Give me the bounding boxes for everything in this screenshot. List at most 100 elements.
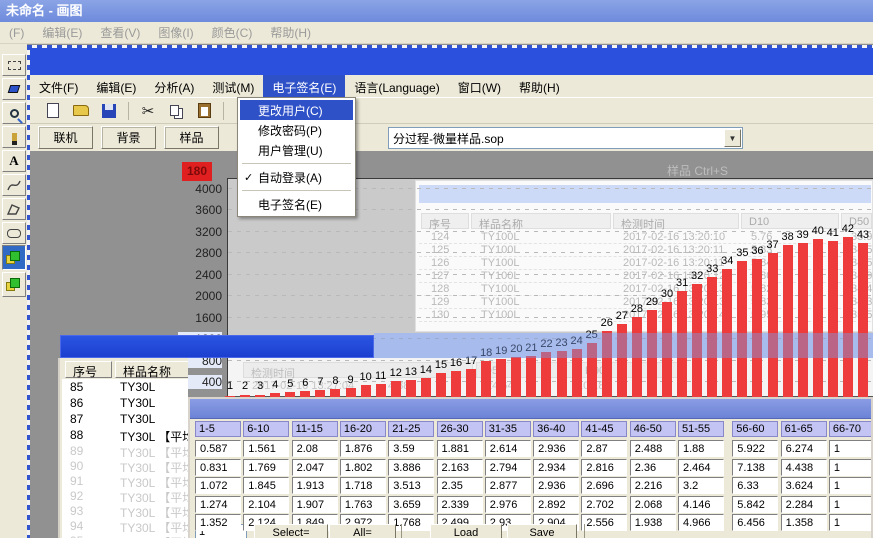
menu-item[interactable]: 自动登录(A)✓ xyxy=(240,167,353,187)
grid-cell[interactable]: 3.59 xyxy=(388,440,434,457)
app-menu-item[interactable]: 分析(A) xyxy=(145,75,203,97)
grid-cell[interactable]: 2.216 xyxy=(630,477,676,494)
grid-cell[interactable]: 4.146 xyxy=(678,496,724,513)
cut-button[interactable]: ✂ xyxy=(137,101,159,121)
grid-cell[interactable]: 4.438 xyxy=(781,459,827,476)
grid-cell[interactable]: 1.718 xyxy=(340,477,386,494)
paint-menu-item[interactable]: 查看(V) xyxy=(91,21,149,44)
grid-cell[interactable]: 1 xyxy=(829,440,873,457)
app-button-2[interactable]: 背景 xyxy=(101,126,156,149)
grid-cell[interactable]: 2.934 xyxy=(533,459,579,476)
grid-cell[interactable]: 6.456 xyxy=(732,514,778,531)
grid-cell[interactable]: 0.587 xyxy=(195,440,241,457)
app-menu-item[interactable]: 帮助(H) xyxy=(510,75,569,97)
app-menu-item[interactable]: 窗口(W) xyxy=(449,75,510,97)
grid-cell[interactable]: 2.36 xyxy=(630,459,676,476)
grid-cell[interactable]: 0.831 xyxy=(195,459,241,476)
grid-cell[interactable]: 1.881 xyxy=(437,440,483,457)
grid-cell[interactable]: 2.696 xyxy=(581,477,627,494)
grid-cell[interactable]: 6.274 xyxy=(781,440,827,457)
grid-cell[interactable]: 2.464 xyxy=(678,459,724,476)
grid-cell[interactable]: 5.842 xyxy=(732,496,778,513)
grid-cell[interactable]: 3.886 xyxy=(388,459,434,476)
selection-border-top[interactable] xyxy=(27,45,873,48)
paint-tool-polygon[interactable] xyxy=(2,198,26,220)
grid-cell[interactable]: 1.938 xyxy=(630,514,676,531)
grid-cell[interactable]: 1.876 xyxy=(340,440,386,457)
paint-tool-magnifier[interactable] xyxy=(2,102,26,124)
paint-menu-item[interactable]: 帮助(H) xyxy=(261,21,320,44)
paint-tool-curve[interactable] xyxy=(2,174,26,196)
grid-cell[interactable]: 5.922 xyxy=(732,440,778,457)
grid-cell[interactable]: 1.274 xyxy=(195,496,241,513)
grid-cell[interactable]: 2.816 xyxy=(581,459,627,476)
grid-cell[interactable]: 1.88 xyxy=(678,440,724,457)
grid-cell[interactable]: 2.936 xyxy=(533,440,579,457)
grid-cell[interactable]: 1 xyxy=(829,496,873,513)
grid-cell[interactable]: 2.976 xyxy=(485,496,531,513)
green-cube-selected-button[interactable] xyxy=(2,245,26,270)
menu-item[interactable]: 修改密码(P) xyxy=(240,120,353,140)
grid-cell[interactable]: 1.561 xyxy=(243,440,289,457)
paint-tool-brush[interactable] xyxy=(2,126,26,148)
grid-cell[interactable]: 2.488 xyxy=(630,440,676,457)
grid-cell[interactable]: 2.047 xyxy=(292,459,338,476)
grid-cell[interactable]: 2.936 xyxy=(533,477,579,494)
grid-cell[interactable]: 2.068 xyxy=(630,496,676,513)
paint-tool-fill[interactable] xyxy=(2,78,26,100)
combobox-dropdown-arrow[interactable]: ▼ xyxy=(724,129,741,147)
grid-cell[interactable]: 7.138 xyxy=(732,459,778,476)
grid-cell[interactable]: 2.284 xyxy=(781,496,827,513)
paint-tool-rect-select[interactable] xyxy=(2,54,26,76)
sample-table-row[interactable]: 87TY30L xyxy=(62,411,188,427)
all-button[interactable]: All= xyxy=(329,524,396,538)
select-button[interactable]: Select= xyxy=(254,524,328,538)
grid-cell[interactable]: 1.358 xyxy=(781,514,827,531)
grid-cell[interactable]: 2.702 xyxy=(581,496,627,513)
app-menu-item[interactable]: 测试(M) xyxy=(203,75,263,97)
grid-cell[interactable]: 3.659 xyxy=(388,496,434,513)
grid-cell[interactable]: 3.2 xyxy=(678,477,724,494)
sample-table-row[interactable]: 86TY30L xyxy=(62,395,188,411)
grid-cell[interactable]: 2.892 xyxy=(533,496,579,513)
app-menu-item[interactable]: 语言(Language) xyxy=(345,75,448,97)
grid-cell[interactable]: 1.802 xyxy=(340,459,386,476)
grid-cell[interactable]: 1 xyxy=(829,514,873,531)
grid-cell[interactable]: 1.845 xyxy=(243,477,289,494)
selection-border-left[interactable] xyxy=(27,45,30,538)
new-button[interactable] xyxy=(42,101,64,121)
sample-table-row[interactable]: 85TY30L xyxy=(62,379,188,395)
grid-cell[interactable]: 1.352 xyxy=(195,514,241,531)
copy-button[interactable] xyxy=(165,101,187,121)
save-button[interactable] xyxy=(98,101,120,121)
paint-menu-item[interactable]: 编辑(E) xyxy=(33,21,91,44)
grid-cell[interactable]: 1 xyxy=(829,477,873,494)
paint-tool-rounded-rect[interactable] xyxy=(2,222,26,244)
sample-table-row[interactable]: 88TY30L 【平均】 xyxy=(62,427,188,443)
app-menu-item[interactable]: 编辑(E) xyxy=(87,75,145,97)
grid-cell[interactable]: 1.907 xyxy=(292,496,338,513)
load-button[interactable]: Load xyxy=(430,524,502,538)
grid-cell[interactable]: 1.072 xyxy=(195,477,241,494)
grid-cell[interactable]: 4.966 xyxy=(678,514,724,531)
paint-menu-item[interactable]: 图像(I) xyxy=(149,21,202,44)
grid-cell[interactable]: 2.794 xyxy=(485,459,531,476)
grid-cell[interactable]: 2.08 xyxy=(292,440,338,457)
grid-cell[interactable]: 1.763 xyxy=(340,496,386,513)
app-button-3[interactable]: 样品 xyxy=(164,126,219,149)
app-menu-item[interactable]: 电子签名(E) xyxy=(263,75,345,97)
paste-button[interactable] xyxy=(193,101,215,121)
grid-cell[interactable]: 1.769 xyxy=(243,459,289,476)
paint-menu-item[interactable]: 颜色(C) xyxy=(203,21,262,44)
save-button[interactable]: Save xyxy=(507,524,577,538)
paint-tool-text[interactable]: A xyxy=(2,150,26,172)
grid-cell[interactable]: 1 xyxy=(829,459,873,476)
green-cube-button[interactable] xyxy=(2,272,26,297)
grid-cell[interactable]: 2.877 xyxy=(485,477,531,494)
paint-menu-item[interactable]: (F) xyxy=(0,23,33,43)
grid-cell[interactable]: 2.556 xyxy=(581,514,627,531)
grid-cell[interactable]: 2.163 xyxy=(437,459,483,476)
app-menu-item[interactable]: 文件(F) xyxy=(30,75,87,97)
grid-cell[interactable]: 3.624 xyxy=(781,477,827,494)
grid-cell[interactable]: 2.614 xyxy=(485,440,531,457)
